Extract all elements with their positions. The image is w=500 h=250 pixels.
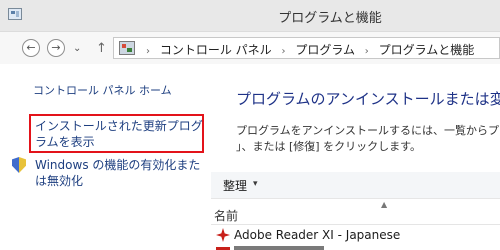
description-line-2: 」、または [修復] をクリックします。 xyxy=(236,140,421,153)
breadcrumb-item-programs[interactable]: プログラム xyxy=(295,43,355,57)
program-list-item-partial[interactable] xyxy=(234,246,324,250)
window-title: プログラムと機能 xyxy=(278,11,382,26)
forward-glyph: → xyxy=(51,41,61,54)
view-installed-updates-link[interactable]: インストールされた更新プログラムを表示 xyxy=(35,118,203,150)
sort-up-icon: ▲ xyxy=(381,200,388,209)
chevron-down-icon[interactable]: ▾ xyxy=(253,179,258,189)
column-header-divider xyxy=(211,224,500,225)
control-panel-location-icon xyxy=(119,41,135,55)
adobe-reader-icon xyxy=(216,228,230,242)
recent-pages-chevron-icon[interactable]: ⌄ xyxy=(73,43,81,54)
page-description: プログラムをアンインストールするには、一覧からプログラム 」、または [修復] … xyxy=(236,123,500,155)
organize-button[interactable]: 整理 xyxy=(223,177,247,194)
breadcrumb-separator: › xyxy=(146,46,150,57)
up-arrow-icon[interactable]: ↑ xyxy=(96,41,107,56)
back-arrow-icon[interactable]: ← xyxy=(22,39,40,57)
breadcrumb-item-programs-and-features[interactable]: プログラムと機能 xyxy=(379,43,475,57)
breadcrumb-item-control-panel[interactable]: コントロール パネル xyxy=(160,43,272,57)
back-glyph: ← xyxy=(26,41,36,54)
breadcrumb-separator: › xyxy=(281,46,286,57)
description-line-1: プログラムをアンインストールするには、一覧からプログラム xyxy=(236,124,500,137)
page-title: プログラムのアンインストールまたは変更 xyxy=(236,90,500,108)
program-list-item[interactable]: Adobe Reader XI - Japanese xyxy=(234,228,400,242)
breadcrumb-separator: › xyxy=(364,46,369,57)
windows-features-link[interactable]: Windows の機能の有効化または無効化 xyxy=(35,157,205,189)
forward-arrow-icon[interactable]: → xyxy=(47,39,65,57)
breadcrumb: › コントロール パネル › プログラム › プログラムと機能 xyxy=(140,41,474,58)
title-bar: プログラムと機能 xyxy=(0,0,500,32)
column-header-name[interactable]: 名前 xyxy=(214,207,238,224)
address-bar[interactable]: › コントロール パネル › プログラム › プログラムと機能 xyxy=(113,37,500,59)
control-panel-home-link[interactable]: コントロール パネル ホーム xyxy=(33,82,172,98)
